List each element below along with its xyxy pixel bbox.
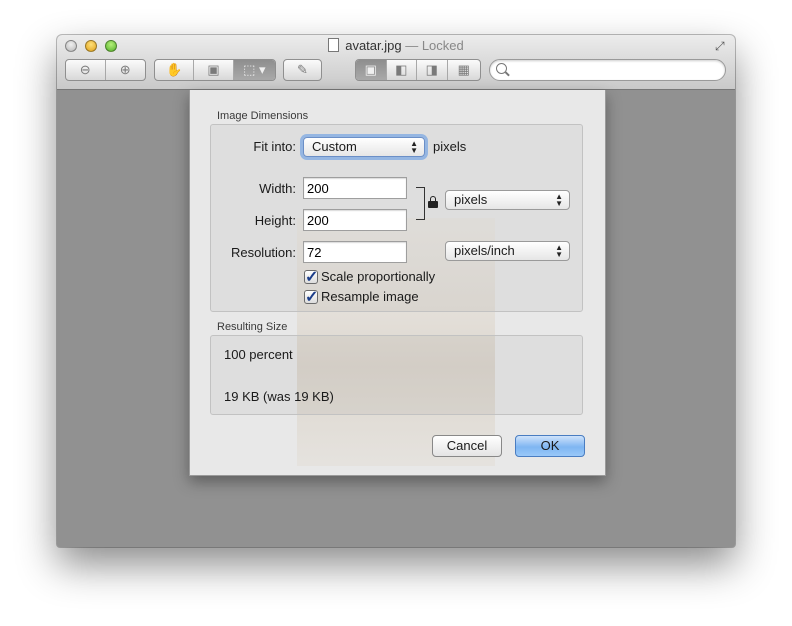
tools-group: ✋ ▣ ⬚ ▾ (154, 59, 276, 81)
titlebar: avatar.jpg — Locked ⤢ ⊖ ⊕ ✋ ▣ ⬚ ▾ ✎ ▣ ◧ … (57, 35, 735, 90)
search-icon (496, 63, 507, 74)
cancel-button[interactable]: Cancel (432, 435, 502, 457)
toc-view-icon[interactable]: ◨ (417, 60, 448, 80)
size-unit-popup[interactable]: pixels ▲ ▼ (445, 190, 570, 210)
popup-arrows-icon: ▲ ▼ (410, 139, 418, 155)
proportion-bracket (416, 187, 425, 220)
resample-image-checkbox[interactable]: ✓ Resample image (304, 288, 419, 306)
window-title: avatar.jpg — Locked (57, 38, 735, 53)
content-view-icon[interactable]: ▣ (356, 60, 387, 80)
checkbox-box[interactable]: ✓ (304, 268, 319, 286)
zoom-in-icon[interactable]: ⊕ (106, 60, 146, 80)
resample-image-label: Resample image (321, 289, 419, 304)
resolution-unit-value: pixels/inch (454, 243, 515, 258)
resolution-field[interactable] (303, 241, 407, 263)
checkbox-box[interactable]: ✓ (304, 288, 319, 306)
fit-into-label: Fit into: (253, 139, 296, 154)
popup-arrows-icon: ▲ ▼ (555, 192, 563, 208)
height-field[interactable] (303, 209, 407, 231)
annotate-group: ✎ (283, 59, 322, 81)
fit-into-unit: pixels (433, 139, 467, 154)
adjust-size-sheet: Image Dimensions Fit into: Custom ▲ ▼ pix… (189, 90, 606, 476)
ok-button[interactable]: OK (515, 435, 585, 457)
fullscreen-icon[interactable]: ⤢ (715, 39, 729, 53)
search-field[interactable] (489, 59, 726, 81)
preview-window: avatar.jpg — Locked ⤢ ⊖ ⊕ ✋ ▣ ⬚ ▾ ✎ ▣ ◧ … (57, 35, 735, 547)
image-dimensions-box: Fit into: Custom ▲▼ pixels Width: Height… (210, 124, 583, 312)
contact-sheet-icon[interactable]: ▦ (448, 60, 480, 80)
height-label: Height: (254, 213, 296, 228)
zoom-out-icon[interactable]: ⊖ (66, 60, 106, 80)
view-group: ▣ ◧ ◨ ▦ (355, 59, 481, 81)
width-label: Width: (259, 181, 296, 196)
popup-arrows-icon: ▲ ▼ (555, 243, 563, 259)
checkmark-icon: ✓ (305, 288, 319, 306)
window-title-text: avatar.jpg (345, 38, 402, 53)
thumbnails-view-icon[interactable]: ◧ (387, 60, 418, 80)
pencil-icon[interactable]: ✎ (284, 60, 321, 80)
result-filesize: 19 KB (was 19 KB) (224, 389, 334, 404)
locked-status: — Locked (405, 38, 464, 53)
selection-tool-icon[interactable]: ⬚ ▾ (233, 60, 275, 80)
fit-into-value: Custom (312, 139, 357, 154)
text-tool-icon[interactable]: ▣ (194, 60, 234, 80)
lock-icon[interactable] (428, 196, 438, 208)
width-field[interactable] (303, 177, 407, 199)
scale-proportionally-label: Scale proportionally (321, 269, 436, 284)
fit-into-popup[interactable]: Custom ▲ ▼ (303, 137, 425, 157)
resolution-label: Resolution: (230, 245, 296, 260)
search-input[interactable] (512, 62, 716, 80)
result-percent: 100 percent (224, 347, 293, 362)
scale-proportionally-checkbox[interactable]: ✓ Scale proportionally (304, 268, 436, 286)
resolution-unit-popup[interactable]: pixels/inch ▲ ▼ (445, 241, 570, 261)
size-unit-value: pixels (454, 192, 488, 207)
zoom-group: ⊖ ⊕ (65, 59, 146, 81)
checkmark-icon: ✓ (305, 268, 319, 286)
resulting-size-heading: Resulting Size (217, 321, 288, 333)
image-dimensions-heading: Image Dimensions (217, 110, 309, 122)
document-icon (328, 38, 340, 52)
hand-tool-icon[interactable]: ✋ (155, 60, 195, 80)
